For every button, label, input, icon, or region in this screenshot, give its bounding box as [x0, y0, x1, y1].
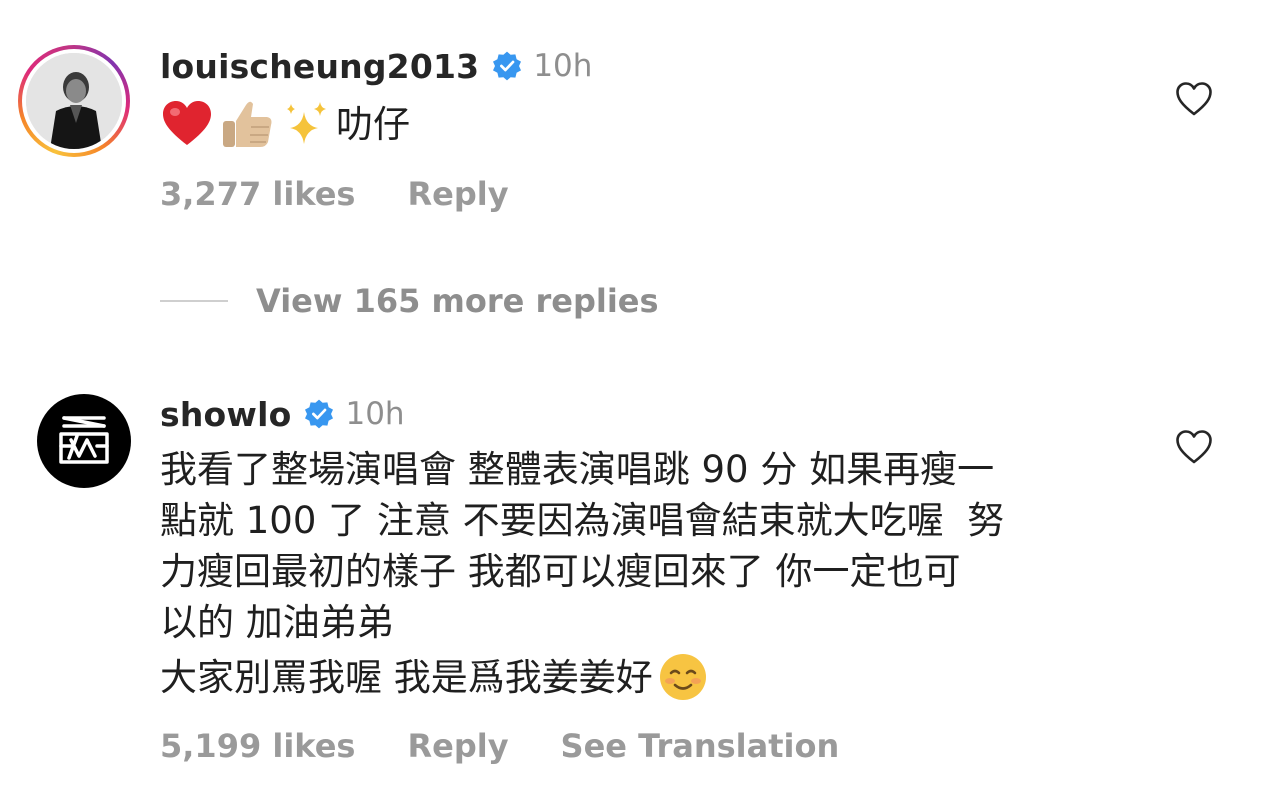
verified-badge-icon: [305, 399, 334, 429]
verified-badge-icon: [493, 51, 522, 81]
comment-body: 叻仔: [336, 102, 410, 146]
avatar-story-ring[interactable]: [18, 45, 130, 157]
timestamp: 10h: [345, 396, 405, 432]
likes-count[interactable]: 3,277 likes: [160, 175, 355, 213]
showlo-logo-icon: [59, 416, 109, 464]
thumbs-up-emoji-icon: [223, 101, 272, 147]
comment-body-second-paragraph: 大家別罵我喔 我是爲我姜姜好: [160, 655, 653, 699]
username[interactable]: louischeung2013: [160, 47, 479, 86]
username[interactable]: showlo: [160, 395, 291, 434]
like-heart-icon[interactable]: [1175, 429, 1213, 465]
reply-button[interactable]: Reply: [407, 175, 508, 213]
like-heart-icon[interactable]: [1175, 81, 1213, 117]
divider-line: [160, 300, 228, 302]
comment-text: 叻仔: [160, 96, 410, 152]
reply-button[interactable]: Reply: [407, 727, 508, 765]
likes-count[interactable]: 5,199 likes: [160, 727, 355, 765]
comment-body: 我看了整場演唱會 整體表演唱跳 90 分 如果再瘦一 點就 100 了 注意 不…: [160, 448, 1005, 644]
view-more-replies[interactable]: View 165 more replies: [160, 282, 659, 320]
view-more-replies-label[interactable]: View 165 more replies: [256, 282, 659, 320]
smiling-face-emoji-icon: [659, 654, 706, 700]
comment-body-line2: 大家別罵我喔 我是爲我姜姜好: [160, 650, 709, 704]
see-translation-button[interactable]: See Translation: [561, 727, 840, 765]
red-heart-emoji-icon: [163, 101, 211, 145]
avatar[interactable]: [37, 394, 131, 488]
avatar: [26, 53, 122, 149]
sparkles-emoji-icon: [287, 102, 326, 144]
timestamp: 10h: [533, 48, 593, 84]
